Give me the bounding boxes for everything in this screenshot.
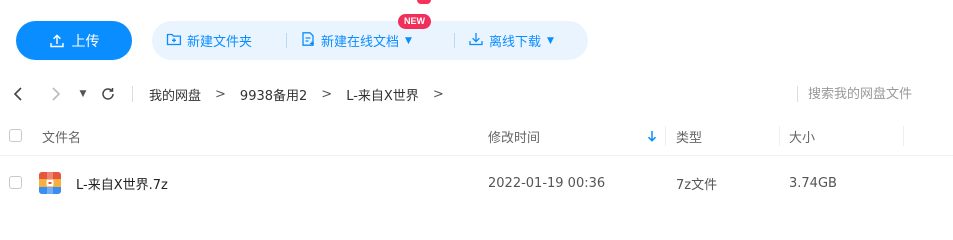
- new-doc-label: 新建在线文档: [321, 35, 400, 50]
- offline-download-label: 离线下载: [489, 35, 542, 50]
- column-divider: [665, 126, 666, 146]
- column-header-name[interactable]: 文件名: [42, 116, 81, 156]
- sort-desc-icon[interactable]: [647, 116, 657, 156]
- file-name[interactable]: L-来自X世界.7z: [76, 162, 168, 204]
- row-checkbox[interactable]: [9, 176, 22, 189]
- new-online-doc-button[interactable]: 新建在线文档 ▼: [300, 21, 412, 60]
- history-dropdown-icon[interactable]: ▼: [76, 75, 90, 113]
- toolbar: 上传 新建文件夹 新建在线文档 ▼ NEW 离线下载 ▼: [0, 0, 953, 66]
- chevron-down-icon: ▼: [547, 35, 554, 46]
- column-header-size[interactable]: 大小: [789, 116, 815, 156]
- breadcrumb-item-current[interactable]: L-来自X世界: [346, 85, 419, 104]
- file-table-header: 文件名 修改时间 类型 大小: [0, 116, 953, 156]
- breadcrumb: 我的网盘 > 9938备用2 > L-来自X世界 >: [149, 75, 458, 113]
- search-input[interactable]: [808, 83, 948, 105]
- back-icon[interactable]: [8, 75, 28, 113]
- column-header-type[interactable]: 类型: [676, 116, 702, 156]
- search-divider: [797, 86, 798, 102]
- toolbar-divider: [454, 33, 455, 48]
- active-indicator: [417, 0, 431, 4]
- breadcrumb-separator: >: [432, 86, 444, 102]
- file-size: 3.74GB: [789, 175, 837, 191]
- file-type: 7z文件: [676, 177, 718, 193]
- column-header-modified[interactable]: 修改时间: [488, 116, 540, 156]
- breadcrumb-separator: >: [215, 86, 226, 102]
- new-folder-button[interactable]: 新建文件夹: [166, 21, 252, 60]
- nav-divider: [132, 86, 133, 102]
- breadcrumb-separator: >: [321, 86, 333, 102]
- select-all-checkbox[interactable]: [9, 129, 22, 142]
- chevron-down-icon: ▼: [405, 35, 412, 46]
- upload-icon: [49, 33, 65, 49]
- navigation-bar: ▼ 我的网盘 > 9938备用2 > L-来自X世界 >: [0, 75, 953, 113]
- column-divider: [779, 126, 780, 146]
- download-icon: [468, 31, 484, 51]
- refresh-icon[interactable]: [98, 75, 118, 113]
- upload-label: 上传: [71, 33, 100, 50]
- new-badge: NEW: [398, 14, 431, 29]
- new-folder-label: 新建文件夹: [187, 35, 253, 50]
- breadcrumb-item-root[interactable]: 我的网盘: [149, 85, 201, 104]
- archive-file-icon: [37, 170, 63, 196]
- column-divider: [903, 126, 904, 146]
- breadcrumb-item-folder[interactable]: 9938备用2: [240, 85, 307, 104]
- new-folder-icon: [166, 31, 182, 51]
- toolbar-divider: [286, 33, 287, 48]
- upload-button[interactable]: 上传: [16, 21, 132, 60]
- table-row[interactable]: L-来自X世界.7z 2022-01-19 00:36 7z文件 3.74GB: [0, 162, 953, 204]
- tool-group: 新建文件夹 新建在线文档 ▼ NEW 离线下载 ▼: [152, 14, 588, 60]
- file-modified-time: 2022-01-19 00:36: [488, 175, 606, 191]
- new-doc-icon: [300, 31, 316, 51]
- forward-icon[interactable]: [46, 75, 66, 113]
- offline-download-button[interactable]: 离线下载 ▼: [468, 21, 554, 60]
